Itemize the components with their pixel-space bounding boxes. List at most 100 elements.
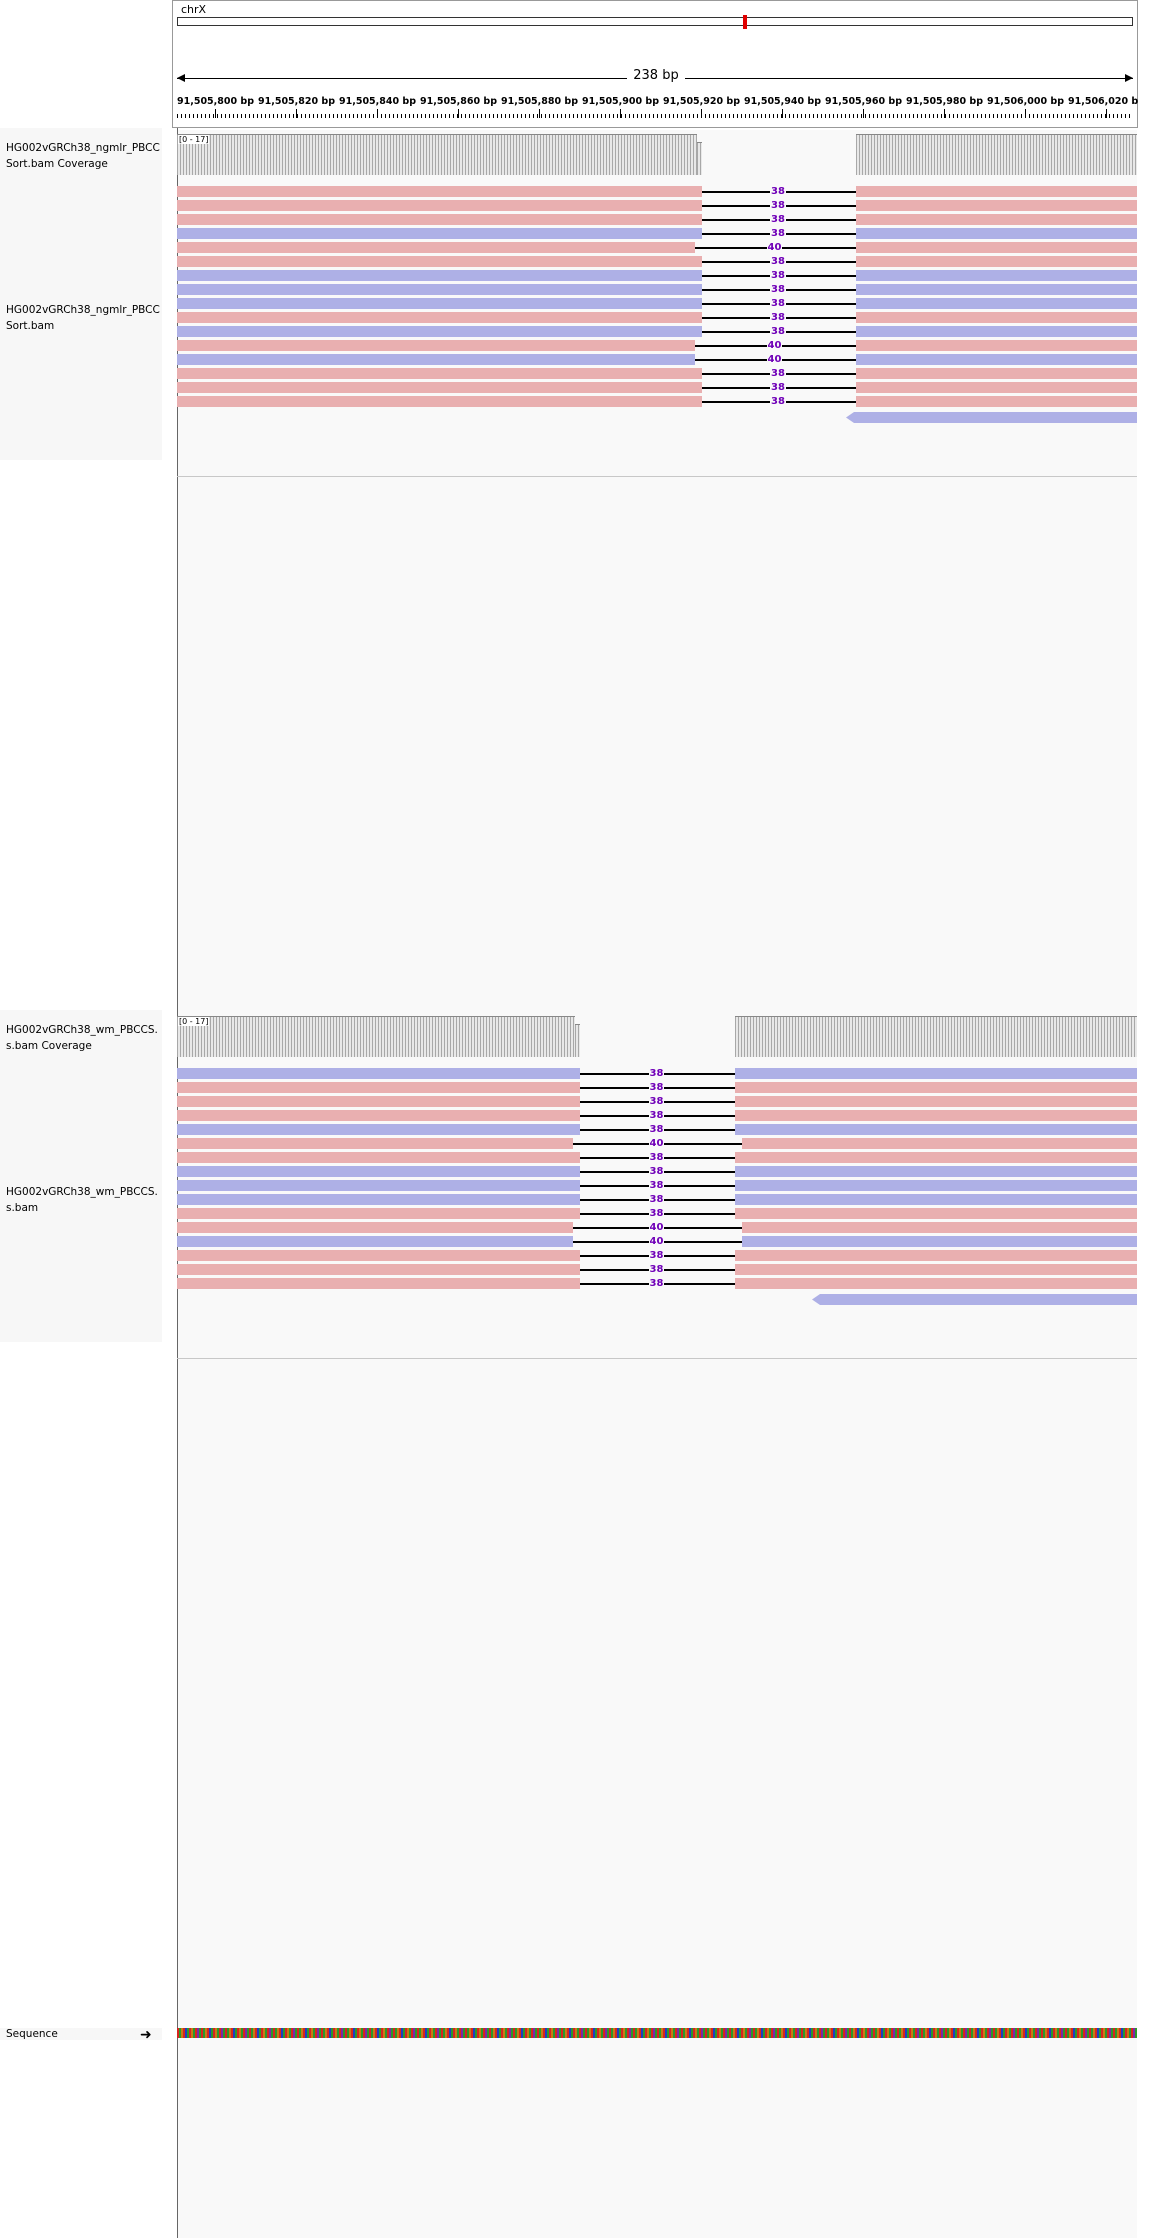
read-right-segment[interactable] xyxy=(735,1278,1137,1289)
read-left-segment[interactable] xyxy=(177,186,702,197)
read-right-segment[interactable] xyxy=(856,368,1137,379)
read-right-segment[interactable] xyxy=(735,1124,1137,1135)
read-right-segment[interactable] xyxy=(735,1068,1137,1079)
ruler-minor-tick xyxy=(773,114,774,118)
read-left-segment[interactable] xyxy=(177,326,702,337)
track-separator xyxy=(177,476,1137,477)
coverage-track-name[interactable]: HG002vGRCh38_wm_PBCCS.s.bam Coverage xyxy=(6,1022,162,1054)
read-left-segment[interactable] xyxy=(177,1152,580,1163)
read-left-segment[interactable] xyxy=(177,312,702,323)
span-length-label: 238 bp xyxy=(627,68,685,83)
read-left-segment[interactable] xyxy=(177,1180,580,1191)
coverage-bar[interactable] xyxy=(697,142,702,175)
read-left-segment[interactable] xyxy=(177,1082,580,1093)
read-left-segment[interactable] xyxy=(177,1236,573,1247)
read-left-segment[interactable] xyxy=(177,368,702,379)
read-left-segment[interactable] xyxy=(177,340,695,351)
coverage-bar[interactable] xyxy=(735,1016,1137,1057)
ruler-minor-tick xyxy=(653,114,654,118)
read-left-segment[interactable] xyxy=(177,214,702,225)
read-right-segment[interactable] xyxy=(856,326,1137,337)
read-right-segment[interactable] xyxy=(856,382,1137,393)
ruler-minor-tick xyxy=(509,114,510,118)
right-arrow-icon[interactable]: ➜ xyxy=(140,2028,152,2042)
coverage-track-name[interactable]: HG002vGRCh38_ngmlr_PBCCSort.bam Coverage xyxy=(6,140,162,172)
ruler-minor-tick xyxy=(929,114,930,118)
ruler-minor-tick xyxy=(233,114,234,118)
read-left-segment[interactable] xyxy=(177,256,702,267)
ruler-minor-tick xyxy=(633,114,634,118)
read-left-segment[interactable] xyxy=(177,1250,580,1261)
read-left-segment[interactable] xyxy=(177,1208,580,1219)
read-right-segment[interactable] xyxy=(856,200,1137,211)
alignment-track-name[interactable]: HG002vGRCh38_wm_PBCCS.s.bam xyxy=(6,1184,162,1216)
read-right-segment[interactable] xyxy=(742,1236,1137,1247)
read-left-segment[interactable] xyxy=(177,1166,580,1177)
read-left-segment[interactable] xyxy=(177,270,702,281)
read-left-segment[interactable] xyxy=(177,1068,580,1079)
read-right-segment[interactable] xyxy=(735,1180,1137,1191)
read-left-segment[interactable] xyxy=(177,1194,580,1205)
ruler-minor-tick xyxy=(909,114,910,118)
read-right-segment[interactable] xyxy=(856,270,1137,281)
coverage-bar[interactable] xyxy=(177,1016,575,1057)
ruler-minor-tick xyxy=(1005,114,1006,118)
read-reverse-partial[interactable] xyxy=(846,412,1137,423)
deletion-size-label: 38 xyxy=(770,270,786,281)
read-reverse-partial[interactable] xyxy=(812,1294,1137,1305)
read-right-segment[interactable] xyxy=(735,1250,1137,1261)
ruler-minor-tick xyxy=(401,114,402,118)
read-left-segment[interactable] xyxy=(177,242,695,253)
read-right-segment[interactable] xyxy=(735,1208,1137,1219)
read-right-segment[interactable] xyxy=(856,284,1137,295)
read-right-segment[interactable] xyxy=(735,1264,1137,1275)
read-left-segment[interactable] xyxy=(177,1138,573,1149)
read-right-segment[interactable] xyxy=(856,354,1137,365)
read-right-segment[interactable] xyxy=(856,396,1137,407)
read-right-segment[interactable] xyxy=(856,228,1137,239)
read-left-segment[interactable] xyxy=(177,382,702,393)
ruler-minor-tick xyxy=(537,114,538,118)
ruler-minor-tick xyxy=(757,114,758,118)
read-left-segment[interactable] xyxy=(177,200,702,211)
read-right-segment[interactable] xyxy=(735,1110,1137,1121)
sequence-track-name[interactable]: Sequence xyxy=(6,2026,162,2042)
coverage-bar[interactable] xyxy=(856,134,1137,175)
read-right-segment[interactable] xyxy=(856,340,1137,351)
read-left-segment[interactable] xyxy=(177,1110,580,1121)
ruler-minor-tick xyxy=(977,114,978,118)
read-right-segment[interactable] xyxy=(856,312,1137,323)
read-right-segment[interactable] xyxy=(735,1194,1137,1205)
read-left-segment[interactable] xyxy=(177,396,702,407)
ruler-minor-tick xyxy=(713,114,714,118)
sequence-bases xyxy=(177,2028,1137,2038)
read-right-segment[interactable] xyxy=(856,298,1137,309)
read-left-segment[interactable] xyxy=(177,1124,580,1135)
ruler-minor-tick xyxy=(1085,114,1086,118)
coverage-bar[interactable] xyxy=(575,1024,580,1057)
read-right-segment[interactable] xyxy=(735,1166,1137,1177)
coverage-bar[interactable] xyxy=(177,134,697,175)
read-left-segment[interactable] xyxy=(177,228,702,239)
read-left-segment[interactable] xyxy=(177,1096,580,1107)
read-left-segment[interactable] xyxy=(177,284,702,295)
read-left-segment[interactable] xyxy=(177,1278,580,1289)
ruler-tick-label: 91,505,880 bp xyxy=(501,96,579,107)
read-right-segment[interactable] xyxy=(735,1082,1137,1093)
chromosome-label[interactable]: chrX xyxy=(181,3,206,16)
ruler-minor-tick xyxy=(729,114,730,118)
alignment-track-name[interactable]: HG002vGRCh38_ngmlr_PBCCSort.bam xyxy=(6,302,162,334)
read-left-segment[interactable] xyxy=(177,354,695,365)
read-right-segment[interactable] xyxy=(742,1222,1137,1233)
read-left-segment[interactable] xyxy=(177,1264,580,1275)
read-left-segment[interactable] xyxy=(177,298,702,309)
read-right-segment[interactable] xyxy=(856,242,1137,253)
read-left-segment[interactable] xyxy=(177,1222,573,1233)
read-right-segment[interactable] xyxy=(856,214,1137,225)
chromosome-ideogram[interactable] xyxy=(177,17,1133,26)
read-right-segment[interactable] xyxy=(856,186,1137,197)
read-right-segment[interactable] xyxy=(742,1138,1137,1149)
read-right-segment[interactable] xyxy=(856,256,1137,267)
read-right-segment[interactable] xyxy=(735,1096,1137,1107)
read-right-segment[interactable] xyxy=(735,1152,1137,1163)
